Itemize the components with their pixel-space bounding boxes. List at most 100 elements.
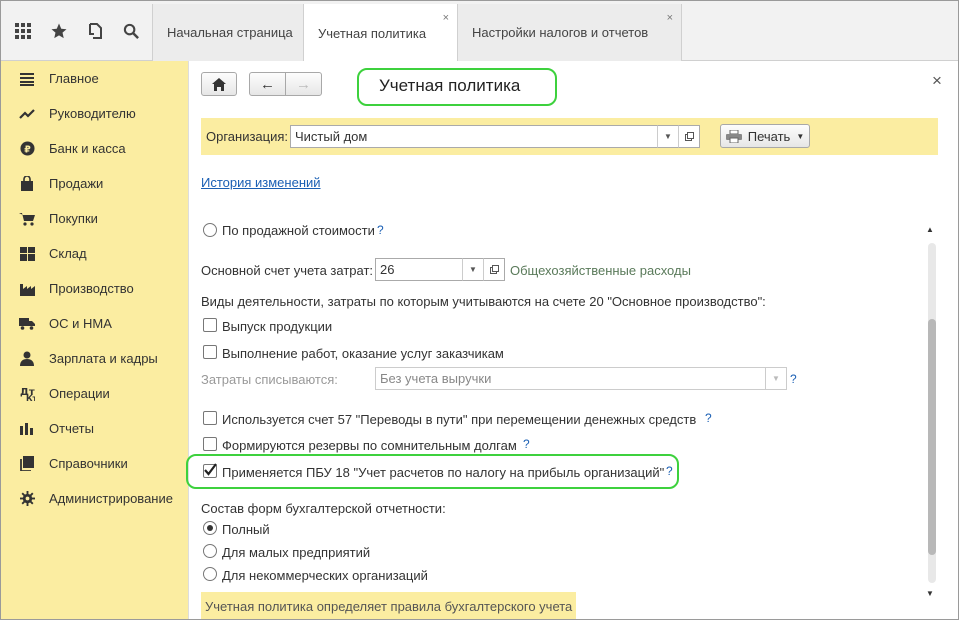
history-link[interactable]: История изменений [201,175,321,190]
checkbox-account57-label: Используется счет 57 "Переводы в пути" п… [222,412,697,427]
sidebar-item-reports[interactable]: Отчеты [1,411,189,446]
ruble-coin-icon: ₽ [19,141,35,157]
sidebar-item-bank[interactable]: ₽ Банк и касса [1,131,189,166]
sidebar-item-label: Зарплата и кадры [49,351,158,366]
radio-nonprofit[interactable] [203,567,217,581]
checkbox-production-label: Выпуск продукции [222,319,333,334]
sidebar-item-admin[interactable]: Администрирование [1,481,189,516]
forms-composition-label: Состав форм бухгалтерской отчетности: [201,501,446,516]
sidebar-item-sales[interactable]: Продажи [1,166,189,201]
print-button[interactable]: Печать ▼ [720,124,810,148]
activities-label: Виды деятельности, затраты по которым уч… [201,294,766,309]
sidebar-item-label: Справочники [49,456,128,471]
checkmark-icon [204,463,217,476]
close-form-icon[interactable]: × [932,71,942,91]
checkbox-pbu18-label: Применяется ПБУ 18 "Учет расчетов по нал… [222,465,665,480]
cost-account-field[interactable]: 26 [375,258,463,281]
operations-icon: ДтКт [19,386,35,402]
sidebar-item-operations[interactable]: ДтКт Операции [1,376,189,411]
organization-dropdown-button[interactable]: ▼ [657,125,679,148]
sidebar-item-label: Администрирование [49,491,173,506]
checkbox-account57[interactable] [203,411,217,425]
svg-text:Кт: Кт [26,394,35,401]
trend-icon [19,106,35,122]
checkbox-services[interactable] [203,345,217,359]
writeoff-label: Затраты списываются: [201,372,338,387]
sidebar-item-label: Банк и касса [49,141,126,156]
checkbox-reserves[interactable] [203,437,217,451]
writeoff-field[interactable]: Без учета выручки [375,367,766,390]
sidebar-item-purchases[interactable]: Покупки [1,201,189,236]
person-icon [19,351,35,367]
checkbox-services-label: Выполнение работ, оказание услуг заказчи… [222,346,504,361]
tab-label: Учетная политика [318,25,427,41]
back-button[interactable]: ← [249,72,286,96]
organization-field[interactable]: Чистый дом [290,125,658,148]
organization-bar: Организация: Чистый дом ▼ Печать ▼ [201,118,938,155]
open-window-icon [684,132,694,141]
apps-grid-icon[interactable] [5,1,41,61]
radio-nonprofit-label: Для некоммерческих организаций [222,568,428,583]
help-link[interactable]: ? [705,411,712,425]
radio-full-label: Полный [222,522,270,537]
organization-label: Организация: [206,129,289,144]
svg-text:₽: ₽ [24,144,31,155]
checkbox-reserves-label: Формируются резервы по сомнительным долг… [222,438,517,453]
gear-icon [19,491,35,507]
organization-open-button[interactable] [678,125,700,148]
sidebar-item-production[interactable]: Производство [1,271,189,306]
sidebar-item-label: Производство [49,281,134,296]
tab-close-icon[interactable]: × [443,12,449,24]
radio-small-business[interactable] [203,544,217,558]
radio-sale-price-label: По продажной стоимости [222,223,375,238]
vertical-scrollbar[interactable]: ▲ ▼ [925,221,939,606]
menu-lines-icon [19,71,35,87]
tab-accounting-policy[interactable]: Учетная политика × [303,4,458,62]
top-toolbar: Начальная страница Учетная политика × На… [1,1,958,62]
sidebar-item-label: Покупки [49,211,98,226]
tab-tax-settings[interactable]: Настройки налогов и отчетов × [457,4,682,61]
bar-chart-icon [19,421,35,437]
page-title: Учетная политика [379,76,521,95]
tab-home[interactable]: Начальная страница [152,4,304,61]
arrow-right-icon: → [296,75,311,93]
sidebar-item-salary[interactable]: Зарплата и кадры [1,341,189,376]
sidebar-item-warehouse[interactable]: Склад [1,236,189,271]
scroll-thumb[interactable] [928,319,936,555]
help-link[interactable]: ? [666,464,673,478]
help-link[interactable]: ? [790,372,797,386]
cost-account-dropdown-button[interactable]: ▼ [462,258,484,281]
sidebar-item-label: Главное [49,71,99,86]
cost-account-open-button[interactable] [483,258,505,281]
sidebar: Главное Руководителю ₽ Банк и касса Прод… [1,61,189,619]
factory-icon [19,281,35,297]
help-link[interactable]: ? [523,437,530,451]
history-icon[interactable] [77,1,113,61]
writeoff-dropdown-button[interactable]: ▼ [765,367,787,390]
shopping-bag-icon [19,176,35,192]
search-icon[interactable] [113,1,149,61]
cost-account-description: Общехозяйственные расходы [510,263,691,278]
star-icon[interactable] [41,1,77,61]
sidebar-item-directories[interactable]: Справочники [1,446,189,481]
form-content: ← → Учетная политика × Организация: Чист… [186,61,958,619]
scroll-down-icon[interactable]: ▼ [926,589,934,598]
scroll-up-icon[interactable]: ▲ [926,225,934,234]
sidebar-item-label: Руководителю [49,106,136,121]
checkbox-pbu18[interactable] [203,463,217,478]
tab-label: Начальная страница [167,25,293,40]
sidebar-item-label: Отчеты [49,421,94,436]
cost-account-label: Основной счет учета затрат: [201,263,374,278]
info-note: Учетная политика определяет правила бухг… [201,592,576,619]
checkbox-production[interactable] [203,318,217,332]
tab-close-icon[interactable]: × [667,12,673,24]
home-button[interactable] [201,72,237,96]
sidebar-item-fixed-assets[interactable]: ОС и НМА [1,306,189,341]
sidebar-item-main[interactable]: Главное [1,61,189,96]
sidebar-item-manager[interactable]: Руководителю [1,96,189,131]
help-link[interactable]: ? [377,223,384,237]
radio-sale-price[interactable] [203,223,217,237]
open-window-icon [489,265,499,274]
radio-full[interactable] [203,521,217,535]
forward-button[interactable]: → [285,72,322,96]
